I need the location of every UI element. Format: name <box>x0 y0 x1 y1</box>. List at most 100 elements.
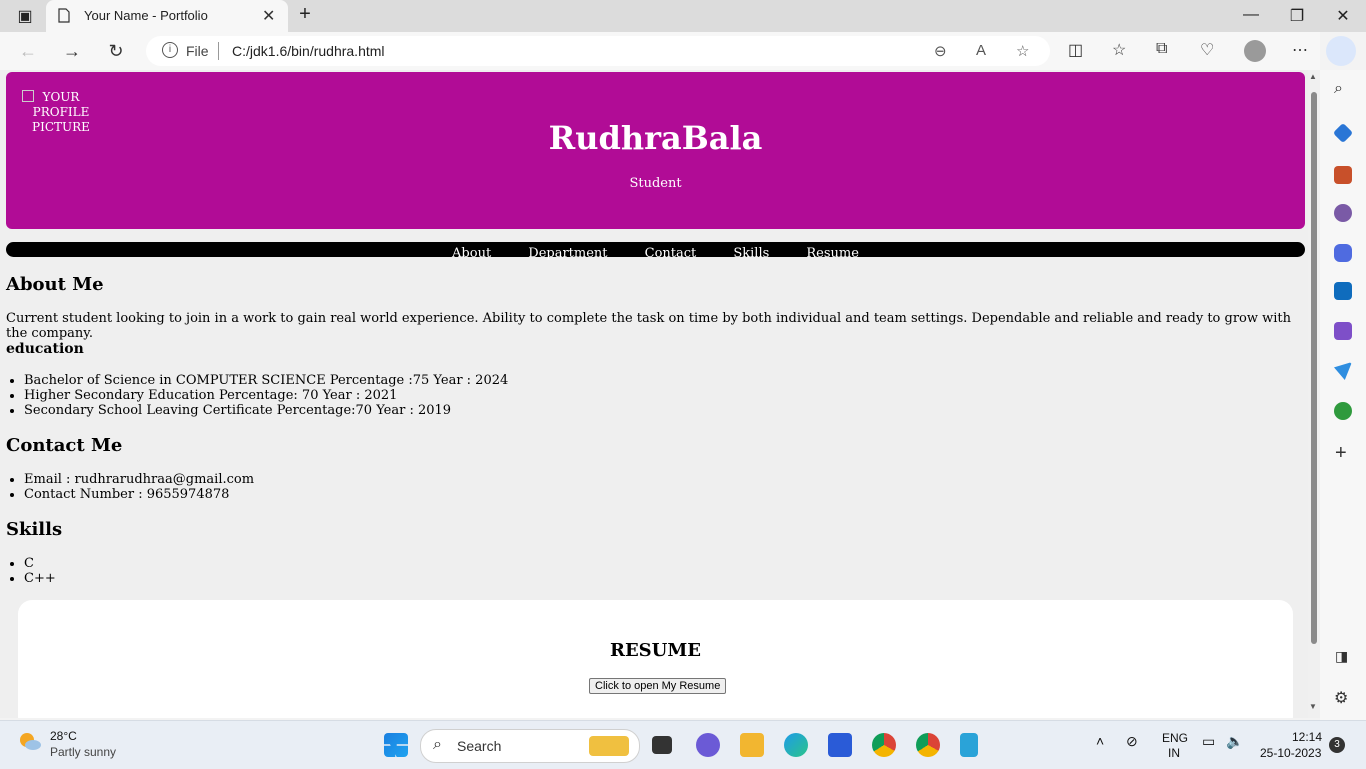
about-heading: About Me <box>6 274 104 295</box>
taskbar-search[interactable]: ⌕ Search <box>420 729 640 763</box>
send-icon[interactable] <box>1334 362 1352 380</box>
profile-role: Student <box>629 176 682 191</box>
nav-contact[interactable]: Contact <box>645 246 697 261</box>
language-bottom[interactable]: IN <box>1168 746 1180 760</box>
sidebar-toggle-icon[interactable]: ◨ <box>1335 648 1348 665</box>
resume-section: RESUME Click to open My Resume <box>18 600 1293 718</box>
taskbar: 28°C Partly sunny ⌕ Search ˄ ⊘ ENG IN ▭ … <box>0 720 1366 769</box>
weather-condition: Partly sunny <box>50 745 117 759</box>
start-windows-icon[interactable] <box>384 733 408 757</box>
tab-title: Your Name - Portfolio <box>84 8 208 23</box>
favorite-star-icon[interactable]: ☆ <box>1016 42 1029 60</box>
restore-icon[interactable]: ❐ <box>1282 6 1312 26</box>
list-item: Email : rudhrarudhraa@gmail.com <box>24 472 254 487</box>
education-list: Bachelor of Science in COMPUTER SCIENCE … <box>0 373 508 418</box>
new-tab-icon[interactable]: + <box>290 3 320 26</box>
collections-icon[interactable]: ⧉ <box>1156 40 1167 58</box>
copilot-icon[interactable] <box>1326 36 1356 66</box>
favorites-icon[interactable]: ☆ <box>1112 40 1126 60</box>
nav-skills[interactable]: Skills <box>733 246 769 261</box>
teams-chat-icon[interactable] <box>696 733 720 757</box>
display-icon[interactable]: ▭ <box>1202 733 1215 750</box>
list-item: C <box>24 556 56 571</box>
minimize-icon[interactable]: — <box>1236 6 1266 24</box>
microsoft-365-icon[interactable] <box>1334 244 1352 262</box>
designer-icon[interactable] <box>1334 322 1352 340</box>
contact-heading: Contact Me <box>6 435 123 456</box>
edge-sidebar: ⌕ + ◨ ⚙ <box>1320 70 1366 720</box>
store-icon[interactable] <box>828 733 852 757</box>
nav-department[interactable]: Department <box>528 246 607 261</box>
list-item: Contact Number : 9655974878 <box>24 487 254 502</box>
scroll-down-icon[interactable]: ▼ <box>1309 702 1317 711</box>
info-icon[interactable]: i <box>162 42 178 58</box>
skills-heading: Skills <box>6 519 63 540</box>
browser-tab[interactable]: Your Name - Portfolio ✕ <box>46 0 288 32</box>
volume-icon[interactable]: 🔈 <box>1226 733 1243 750</box>
add-icon[interactable]: + <box>1335 442 1347 465</box>
search-icon[interactable]: ⌕ <box>1334 80 1343 98</box>
resume-heading: RESUME <box>609 640 702 661</box>
page-icon <box>58 8 70 23</box>
tab-close-icon[interactable]: ✕ <box>262 6 275 26</box>
address-bar[interactable]: i File C:/jdk1.6/bin/rudhra.html ⊖ A ☆ <box>146 36 1050 66</box>
more-menu-icon[interactable]: ⋯ <box>1292 40 1308 60</box>
chrome-profile-icon[interactable] <box>916 733 940 757</box>
notification-badge[interactable]: 3 <box>1329 737 1345 753</box>
url-separator <box>218 42 219 60</box>
outlook-icon[interactable] <box>1334 282 1352 300</box>
search-icon: ⌕ <box>433 736 442 753</box>
skills-list: C C++ <box>0 556 56 586</box>
profile-name: RudhraBala <box>548 119 763 157</box>
zoom-icon[interactable]: ⊖ <box>934 42 947 60</box>
list-item: C++ <box>24 571 56 586</box>
open-resume-button[interactable]: Click to open My Resume <box>589 678 727 694</box>
web-page: YOUR PROFILE PICTURE RudhraBala Student … <box>0 70 1308 718</box>
network-icon[interactable]: ⊘ <box>1126 733 1138 750</box>
back-icon[interactable]: ← <box>14 38 42 64</box>
read-aloud-icon[interactable]: A <box>976 42 986 59</box>
profile-avatar[interactable] <box>1244 40 1266 62</box>
clock-date[interactable]: 25-10-2023 <box>1260 746 1321 760</box>
url-scheme-label: File <box>186 43 209 59</box>
settings-gear-icon[interactable]: ⚙ <box>1334 688 1348 708</box>
navigation-bar: About Department Contact Skills Resume <box>6 242 1305 261</box>
browser-essentials-icon[interactable]: ♡ <box>1200 40 1214 60</box>
list-item: Higher Secondary Education Percentage: 7… <box>24 388 508 403</box>
clock-time[interactable]: 12:14 <box>1292 730 1322 744</box>
title-bar: ▣ Your Name - Portfolio ✕ + — ❐ ✕ <box>0 0 1366 32</box>
notepad-icon[interactable] <box>960 733 978 757</box>
weather-temperature: 28°C <box>50 729 77 743</box>
show-hidden-icons-icon[interactable]: ˄ <box>1096 733 1104 749</box>
education-heading: education <box>6 341 84 357</box>
url-text[interactable]: C:/jdk1.6/bin/rudhra.html <box>232 43 385 59</box>
tree-icon[interactable] <box>1334 402 1352 420</box>
contact-list: Email : rudhrarudhraa@gmail.com Contact … <box>0 472 254 502</box>
browser-toolbar: ← → ↻ i File C:/jdk1.6/bin/rudhra.html ⊖… <box>0 32 1320 70</box>
about-text: Current student looking to join in a wor… <box>6 311 1292 341</box>
chrome-icon[interactable] <box>872 733 896 757</box>
edge-browser-icon[interactable] <box>784 733 808 757</box>
tab-actions-icon[interactable]: ▣ <box>10 6 40 26</box>
task-view-icon[interactable] <box>652 736 672 754</box>
file-explorer-icon[interactable] <box>740 733 764 757</box>
tools-icon[interactable] <box>1334 166 1352 184</box>
broken-image-icon <box>22 90 34 102</box>
list-item: Secondary School Leaving Certificate Per… <box>24 403 508 418</box>
search-highlight-icon <box>589 736 629 756</box>
games-icon[interactable] <box>1334 204 1352 222</box>
list-item: Bachelor of Science in COMPUTER SCIENCE … <box>24 373 508 388</box>
close-window-icon[interactable]: ✕ <box>1328 6 1358 26</box>
refresh-icon[interactable]: ↻ <box>102 38 130 64</box>
language-top[interactable]: ENG <box>1162 731 1188 745</box>
nav-resume[interactable]: Resume <box>806 246 859 261</box>
scroll-up-icon[interactable]: ▲ <box>1309 72 1317 81</box>
forward-icon[interactable]: → <box>58 38 86 64</box>
page-scrollbar[interactable]: ▲ ▼ <box>1308 70 1320 718</box>
shopping-icon[interactable] <box>1332 122 1354 144</box>
scrollbar-thumb[interactable] <box>1311 92 1317 644</box>
weather-sun-cloud-icon[interactable] <box>18 731 42 751</box>
nav-about[interactable]: About <box>452 246 491 261</box>
split-screen-icon[interactable]: ◫ <box>1068 40 1083 60</box>
taskbar-search-label: Search <box>457 738 502 754</box>
